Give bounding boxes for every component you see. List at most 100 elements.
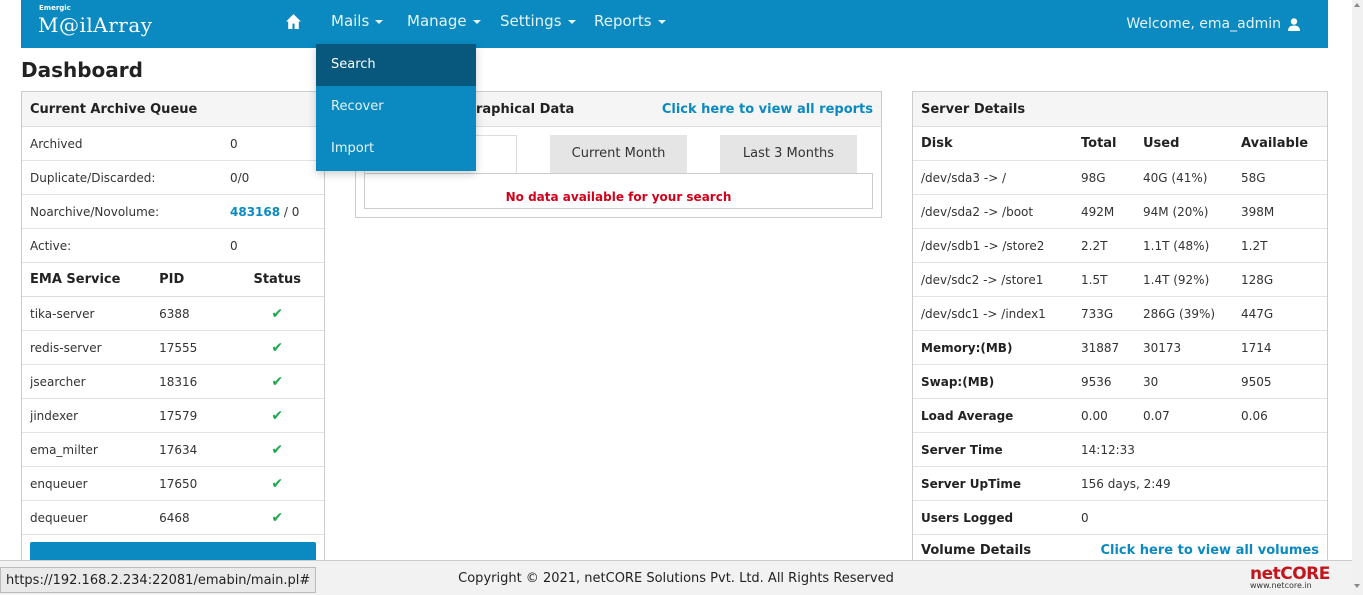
disk-row: /dev/sda2 -> /boot 492M 94M (20%) 398M [913, 195, 1327, 229]
volume-details-row: Volume Details Click here to view all vo… [913, 535, 1327, 560]
mails-dropdown-menu: Search Recover Import [316, 44, 476, 171]
noarchive-count-link[interactable]: 483168 [230, 205, 280, 219]
brand-small-text: Emergic [39, 4, 71, 12]
disk-used: 1.4T (92%) [1143, 272, 1210, 287]
chevron-down-icon [472, 20, 481, 24]
disk-available: 58G [1241, 170, 1266, 185]
view-all-reports-link[interactable]: Click here to view all reports [662, 92, 873, 126]
disk-used: 40G (41%) [1143, 170, 1208, 185]
menu-settings[interactable]: Settings [500, 12, 576, 30]
chevron-down-icon [567, 20, 576, 24]
col-header: Disk [921, 136, 953, 151]
service-row: jsearcher 18316 ✔ [22, 365, 324, 399]
row-value: 0.06 [1241, 408, 1268, 423]
menu-reports[interactable]: Reports [594, 12, 666, 30]
user-welcome[interactable]: Welcome, ema_admin [1126, 16, 1300, 32]
dropdown-item-recover[interactable]: Recover [316, 86, 476, 128]
service-pid: 17650 [159, 476, 198, 491]
service-pid: 17634 [159, 442, 198, 457]
server-details-title: Server Details [913, 92, 1327, 127]
service-row: enqueuer 17650 ✔ [22, 467, 324, 501]
service-row: redis-server 17555 ✔ [22, 331, 324, 365]
menu-manage[interactable]: Manage [407, 12, 481, 30]
check-icon: ✔ [271, 475, 284, 492]
row-value: 0.00 [1081, 408, 1108, 423]
scroll-up-icon[interactable] [1354, 3, 1360, 7]
archive-queue-panel: Current Archive Queue Archived 0 Duplica… [21, 91, 325, 561]
top-navbar: Emergic M@ilArray Mails Manage Settings … [21, 0, 1328, 48]
row-value: / 0 [280, 204, 300, 219]
check-icon: ✔ [271, 407, 284, 424]
disk-name: /dev/sda2 -> /boot [921, 204, 1034, 219]
dropdown-item-search[interactable]: Search [316, 44, 476, 86]
brand-logo[interactable]: Emergic M@ilArray [38, 4, 158, 44]
row-value: 156 days, 2:49 [1081, 476, 1171, 491]
disk-name: /dev/sda3 -> / [921, 170, 1007, 185]
disk-table-header: Disk Total Used Available [913, 127, 1327, 161]
row-value: 30 [1143, 374, 1159, 389]
row-label: Users Logged [921, 510, 1014, 525]
col-header: Status [253, 272, 302, 287]
service-name: tika-server [30, 306, 95, 321]
chevron-down-icon [657, 20, 666, 24]
menu-reports-label: Reports [594, 12, 652, 30]
disk-available: 1.2T [1241, 238, 1268, 253]
service-pid: 6468 [159, 510, 190, 525]
service-pid: 6388 [159, 306, 190, 321]
row-value: 0 [230, 136, 238, 151]
row-value: 9536 [1081, 374, 1112, 389]
users-logged-row: Users Logged 0 [913, 501, 1327, 535]
tab-current-month[interactable]: Current Month [550, 135, 687, 173]
col-header: Total [1081, 136, 1117, 151]
tab-last-3-months[interactable]: Last 3 Months [720, 135, 857, 173]
view-all-volumes-link[interactable]: Click here to view all volumes [1100, 543, 1319, 558]
status-bar-url: https://192.168.2.234:22081/emabin/main.… [0, 567, 317, 593]
row-value: 1714 [1241, 340, 1272, 355]
home-icon[interactable] [285, 13, 302, 30]
service-name: enqueuer [30, 476, 88, 491]
disk-available: 447G [1241, 306, 1274, 321]
row-label: Duplicate/Discarded: [30, 170, 156, 185]
page-scrollbar[interactable] [1352, 0, 1363, 595]
disk-name: /dev/sdb1 -> /store2 [921, 238, 1045, 253]
disk-used: 1.1T (48%) [1143, 238, 1210, 253]
volume-details-label: Volume Details [921, 542, 1032, 558]
disk-total: 733G [1081, 306, 1114, 321]
check-icon: ✔ [271, 305, 284, 322]
services-header: EMA Service PID Status [22, 263, 324, 297]
disk-name: /dev/sdc2 -> /store1 [921, 272, 1044, 287]
disk-used: 94M (20%) [1143, 204, 1209, 219]
brand-name: M@ilArray [38, 13, 153, 37]
col-header: EMA Service [30, 272, 121, 287]
service-row: tika-server 6388 ✔ [22, 297, 324, 331]
disk-row: /dev/sdc2 -> /store1 1.5T 1.4T (92%) 128G [913, 263, 1327, 297]
disk-total: 1.5T [1081, 272, 1108, 287]
col-header: Available [1241, 136, 1309, 151]
archive-queue-title: Current Archive Queue [22, 92, 324, 127]
netcore-logo[interactable]: netCORE www.netcore.in [1250, 564, 1330, 590]
disk-total: 492M [1081, 204, 1115, 219]
welcome-text: Welcome, ema_admin [1126, 16, 1281, 32]
service-name: jsearcher [30, 374, 86, 389]
table-row: Duplicate/Discarded: 0/0 [22, 161, 324, 195]
row-label: Server UpTime [921, 476, 1022, 491]
service-pid: 18316 [159, 374, 198, 389]
user-icon [1288, 17, 1300, 31]
no-data-message: No data available for your search [505, 190, 732, 204]
page-title: Dashboard [21, 58, 143, 82]
dropdown-item-import[interactable]: Import [316, 128, 476, 170]
service-row: jindexer 17579 ✔ [22, 399, 324, 433]
row-label: Server Time [921, 442, 1003, 457]
row-label: Swap:(MB) [921, 374, 995, 389]
load-average-row: Load Average 0.00 0.07 0.06 [913, 399, 1327, 433]
disk-available: 398M [1241, 204, 1275, 219]
menu-settings-label: Settings [500, 12, 562, 30]
scroll-down-icon[interactable] [1354, 584, 1360, 588]
table-row: Active: 0 [22, 229, 324, 263]
col-header: Used [1143, 136, 1180, 151]
menu-mails-label: Mails [331, 12, 370, 30]
action-button[interactable] [30, 542, 316, 560]
menu-mails[interactable]: Mails [331, 12, 384, 30]
menu-manage-label: Manage [407, 12, 467, 30]
check-icon: ✔ [271, 509, 284, 526]
